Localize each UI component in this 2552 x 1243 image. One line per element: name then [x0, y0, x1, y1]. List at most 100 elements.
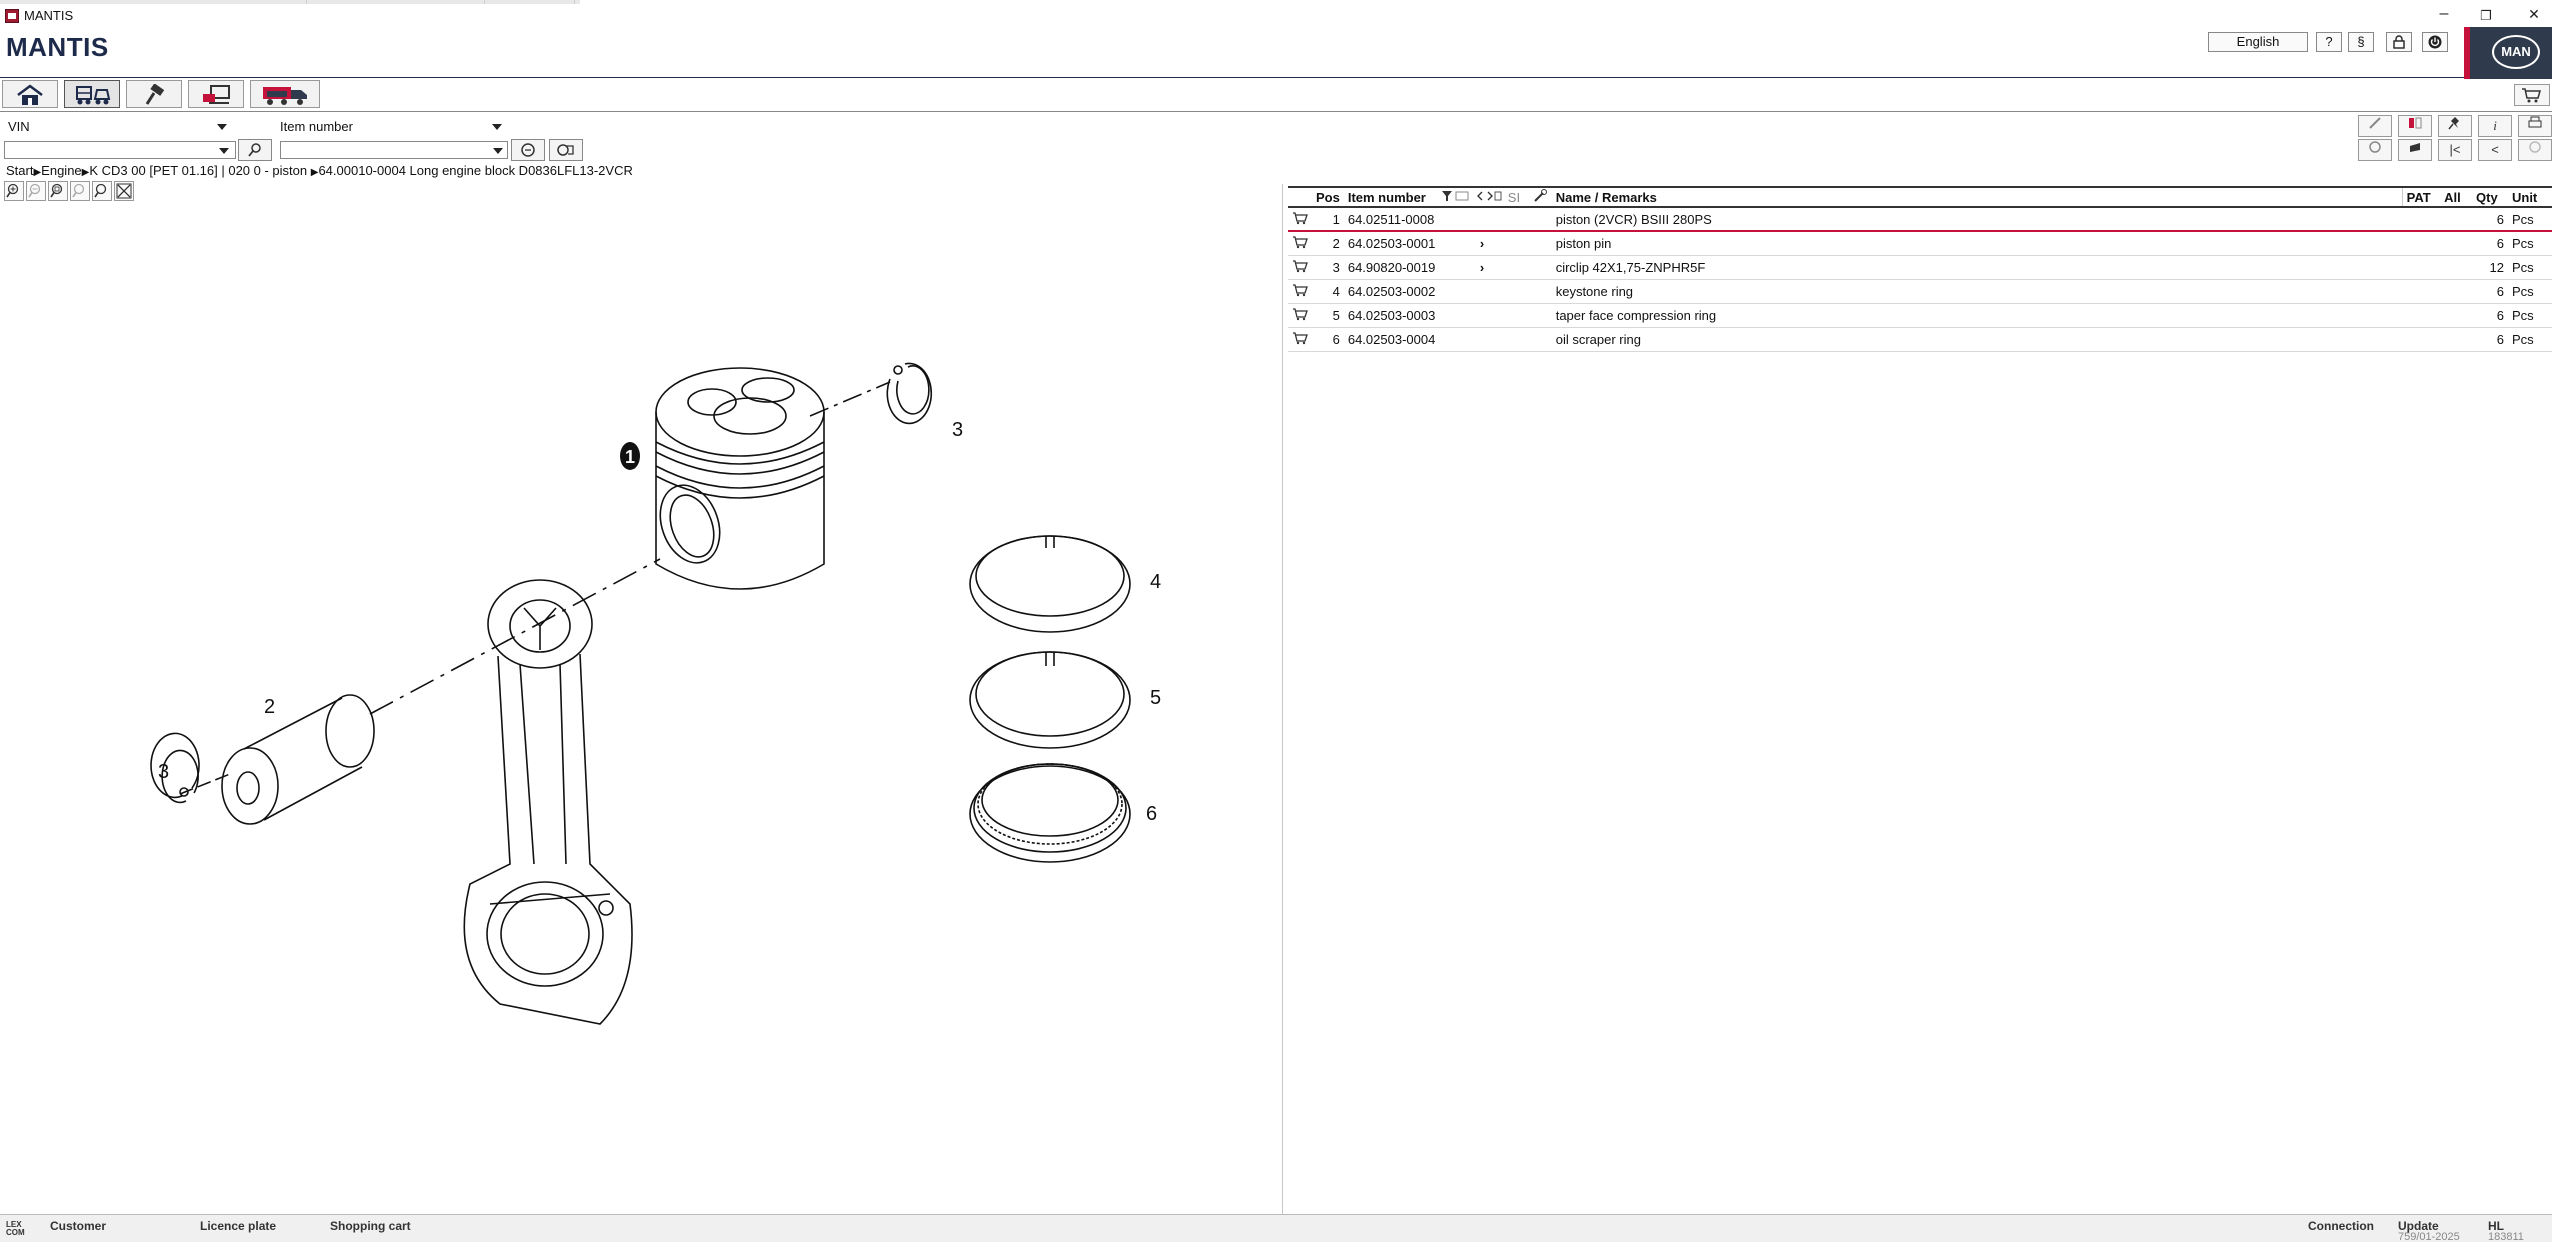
- add-to-cart-icon: [1293, 211, 1308, 224]
- header-qty[interactable]: Qty: [2472, 186, 2508, 208]
- language-select[interactable]: English: [2208, 32, 2308, 52]
- breadcrumb-assembly[interactable]: 64.00010-0004 Long engine block D0836LFL…: [318, 163, 632, 178]
- row-item-number: 64.02503-0003: [1343, 303, 1440, 328]
- help-button[interactable]: ?: [2316, 32, 2342, 52]
- legal-button[interactable]: §: [2348, 32, 2374, 52]
- compare-button[interactable]: [2398, 115, 2432, 137]
- connecting-rod-drawing[interactable]: [463, 579, 633, 1025]
- table-row[interactable]: 5 64.02503-0003 taper face compression r…: [1288, 303, 2552, 328]
- fullscreen-button[interactable]: [114, 181, 134, 201]
- piston-pin-drawing[interactable]: [221, 694, 375, 825]
- callout-6[interactable]: 6: [1146, 803, 1157, 825]
- history-button[interactable]: [2518, 139, 2552, 161]
- oil-scraper-ring-drawing[interactable]: [969, 763, 1131, 863]
- header-si[interactable]: SI: [1503, 186, 1532, 208]
- table-row[interactable]: 3 64.90820-0019 › circlip 42X1,75-ZNPHR5…: [1288, 255, 2552, 280]
- circlip-right-drawing[interactable]: [886, 362, 933, 425]
- callout-3-left[interactable]: 3: [158, 761, 169, 783]
- header-pos[interactable]: Pos: [1312, 186, 1344, 208]
- row-name: piston pin: [1551, 231, 2403, 256]
- header-pat[interactable]: PAT: [2401, 186, 2441, 208]
- item-lookup-button[interactable]: [549, 139, 583, 161]
- taper-ring-drawing[interactable]: [969, 651, 1131, 749]
- callout-3-right[interactable]: 3: [952, 419, 963, 441]
- row-flag[interactable]: ›: [1475, 255, 1504, 280]
- breadcrumb-engine[interactable]: Engine: [41, 163, 81, 178]
- edit-button[interactable]: [2358, 115, 2392, 137]
- piston-drawing[interactable]: [650, 367, 825, 590]
- cart-button[interactable]: [2514, 84, 2550, 106]
- keystone-ring-drawing[interactable]: [969, 535, 1131, 633]
- row-flag: [1439, 206, 1476, 232]
- logo-text: MAN: [2492, 35, 2540, 69]
- callout-2[interactable]: 2: [264, 696, 275, 718]
- table-row[interactable]: 4 64.02503-0002 keystone ring 6 Pcs: [1288, 279, 2552, 304]
- callout-4[interactable]: 4: [1150, 571, 1161, 593]
- info-button[interactable]: i: [2478, 115, 2512, 137]
- add-to-cart-button[interactable]: [1288, 327, 1312, 352]
- header-all[interactable]: All: [2440, 186, 2473, 208]
- header-name-remarks[interactable]: Name / Remarks: [1551, 186, 2403, 208]
- row-pos: 6: [1312, 327, 1344, 352]
- row-unit: Pcs: [2507, 206, 2552, 232]
- callout-5[interactable]: 5: [1150, 687, 1161, 709]
- minimize-button[interactable]: –: [2432, 5, 2456, 23]
- hand-button[interactable]: [2398, 139, 2432, 161]
- zoom-previous-button[interactable]: [70, 181, 90, 201]
- chevron-down-icon[interactable]: [217, 124, 227, 130]
- vin-input[interactable]: [4, 141, 236, 159]
- zoom-in-button[interactable]: [4, 181, 24, 201]
- header-cart: [1288, 186, 1312, 208]
- zoom-area-icon: [50, 183, 63, 198]
- zoom-fit-button[interactable]: [92, 181, 112, 201]
- table-row[interactable]: 2 64.02503-0001 › piston pin 6 Pcs: [1288, 231, 2552, 256]
- header-filter-icons[interactable]: [1439, 186, 1476, 208]
- pin-icon: [2448, 117, 2459, 130]
- tab-truck[interactable]: [250, 80, 320, 108]
- tab-tools[interactable]: [126, 80, 182, 108]
- first-button[interactable]: |<: [2438, 139, 2472, 161]
- breadcrumb-start[interactable]: Start: [6, 163, 33, 178]
- add-to-cart-button[interactable]: [1288, 231, 1312, 256]
- add-to-cart-button[interactable]: [1288, 279, 1312, 304]
- restore-button[interactable]: ❐: [2474, 8, 2498, 24]
- power-button[interactable]: [2422, 32, 2448, 52]
- view-button[interactable]: [2358, 139, 2392, 161]
- item-number-label[interactable]: Item number: [280, 119, 353, 134]
- breadcrumb-group[interactable]: K CD3 00 [PET 01.16] | 020 0 - piston: [89, 163, 307, 178]
- zoom-out-button[interactable]: [26, 181, 46, 201]
- status-shopping-cart[interactable]: Shopping cart: [330, 1219, 411, 1233]
- header-item-number[interactable]: Item number: [1343, 186, 1440, 208]
- item-number-input[interactable]: [280, 141, 508, 159]
- chevron-down-icon[interactable]: [493, 148, 503, 154]
- header-code-icon[interactable]: [1475, 186, 1504, 208]
- status-customer[interactable]: Customer: [50, 1219, 106, 1233]
- tab-vehicle[interactable]: [64, 80, 120, 108]
- add-to-cart-button[interactable]: [1288, 303, 1312, 328]
- previous-button[interactable]: <: [2478, 139, 2512, 161]
- lock-button[interactable]: [2386, 32, 2412, 52]
- header-tool-icon[interactable]: [1531, 186, 1552, 208]
- vin-label[interactable]: VIN: [8, 119, 30, 134]
- chevron-down-icon[interactable]: [492, 124, 502, 130]
- zoom-area-button[interactable]: [48, 181, 68, 201]
- header-unit[interactable]: Unit: [2507, 186, 2552, 208]
- row-flag[interactable]: ›: [1475, 231, 1504, 256]
- close-button[interactable]: ✕: [2522, 6, 2546, 23]
- table-row[interactable]: 6 64.02503-0004 oil scraper ring 6 Pcs: [1288, 327, 2552, 352]
- chevron-down-icon[interactable]: [219, 148, 229, 154]
- status-licence-plate[interactable]: Licence plate: [200, 1219, 276, 1233]
- tab-home[interactable]: [2, 80, 58, 108]
- vin-search-button[interactable]: [238, 139, 272, 161]
- callout-1[interactable]: 1: [620, 442, 640, 470]
- table-row[interactable]: 1 64.02511-0008 piston (2VCR) BSIII 280P…: [1288, 206, 2552, 232]
- diagram-canvas: 1 2 3 3 4 5 6: [150, 362, 1161, 1025]
- print-button[interactable]: [2518, 115, 2552, 137]
- pane-splitter[interactable]: [1282, 184, 1283, 1214]
- tab-workshop[interactable]: [188, 80, 244, 108]
- add-to-cart-button[interactable]: [1288, 255, 1312, 280]
- item-search-button[interactable]: [511, 139, 545, 161]
- pin-button[interactable]: [2438, 115, 2472, 137]
- add-to-cart-button[interactable]: [1288, 206, 1312, 232]
- exploded-view-diagram[interactable]: 1 2 3 3 4 5 6: [0, 204, 1282, 1214]
